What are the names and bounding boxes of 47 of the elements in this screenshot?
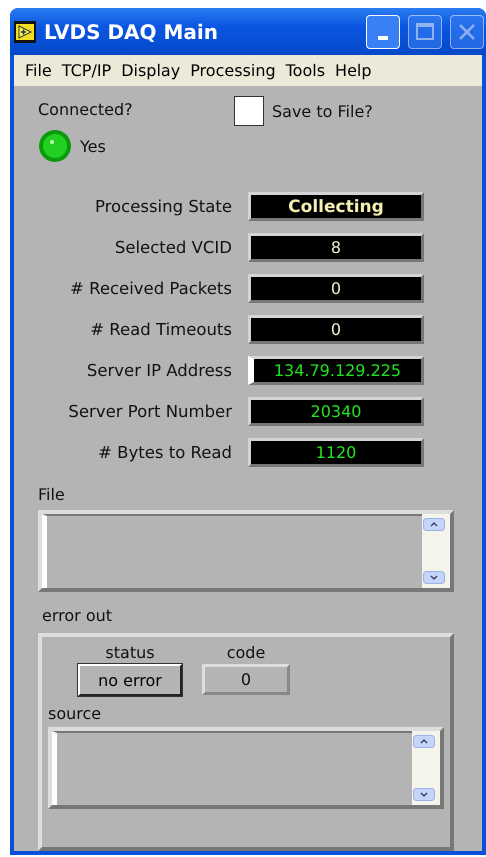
save-checkbox[interactable] [234,96,264,126]
scroll-down-icon[interactable] [423,571,445,584]
source-label: source [48,704,102,723]
status-button[interactable]: no error [78,664,182,696]
maximize-button[interactable] [408,14,442,49]
scroll-bar[interactable] [422,514,450,588]
connected-value: Yes [80,136,106,156]
minimize-icon [378,36,388,40]
menu-item[interactable]: Tools [280,61,330,80]
status-label: status [105,643,155,662]
scroll-down-icon[interactable] [413,788,435,801]
close-button[interactable] [450,14,484,49]
connected-label: Connected? [38,100,134,119]
file-label: File [38,485,66,504]
field-label: # Read Timeouts [89,320,232,339]
code-display: 0 [202,664,290,695]
value-field[interactable]: 20340 [248,397,424,426]
maximize-icon [415,22,435,42]
scroll-up-icon[interactable] [413,735,435,748]
field-label: Server IP Address [86,361,232,380]
file-path-field[interactable] [38,510,454,592]
minimize-button[interactable] [366,14,400,49]
value-display: 0 [248,315,424,344]
scroll-up-icon[interactable] [423,518,445,531]
save-label: Save to File? [272,102,373,121]
menu-item[interactable]: File [20,61,57,80]
close-icon [457,22,477,42]
field-label: Processing State [94,197,232,216]
source-field[interactable] [48,727,444,809]
code-label: code [226,643,266,662]
scroll-bar[interactable] [412,731,440,805]
value-display: 8 [248,233,424,262]
field-label: # Bytes to Read [97,443,232,462]
field-label: # Received Packets [69,279,232,298]
value-field[interactable]: 134.79.129.225 [248,356,424,385]
value-display: 0 [248,274,424,303]
field-label: Selected VCID [114,238,232,257]
menu-item[interactable]: Help [330,61,377,80]
menu-item[interactable]: Display [116,61,186,80]
menu-item[interactable]: TCP/IP [56,61,116,80]
menu-item[interactable]: Processing [185,61,281,80]
error-out-label: error out [42,606,114,625]
field-label: Server Port Number [67,402,232,421]
value-display: Collecting [248,192,424,221]
app-icon [14,20,36,43]
window-title: LVDS DAQ Main [44,20,219,44]
value-field[interactable]: 1120 [248,438,424,467]
